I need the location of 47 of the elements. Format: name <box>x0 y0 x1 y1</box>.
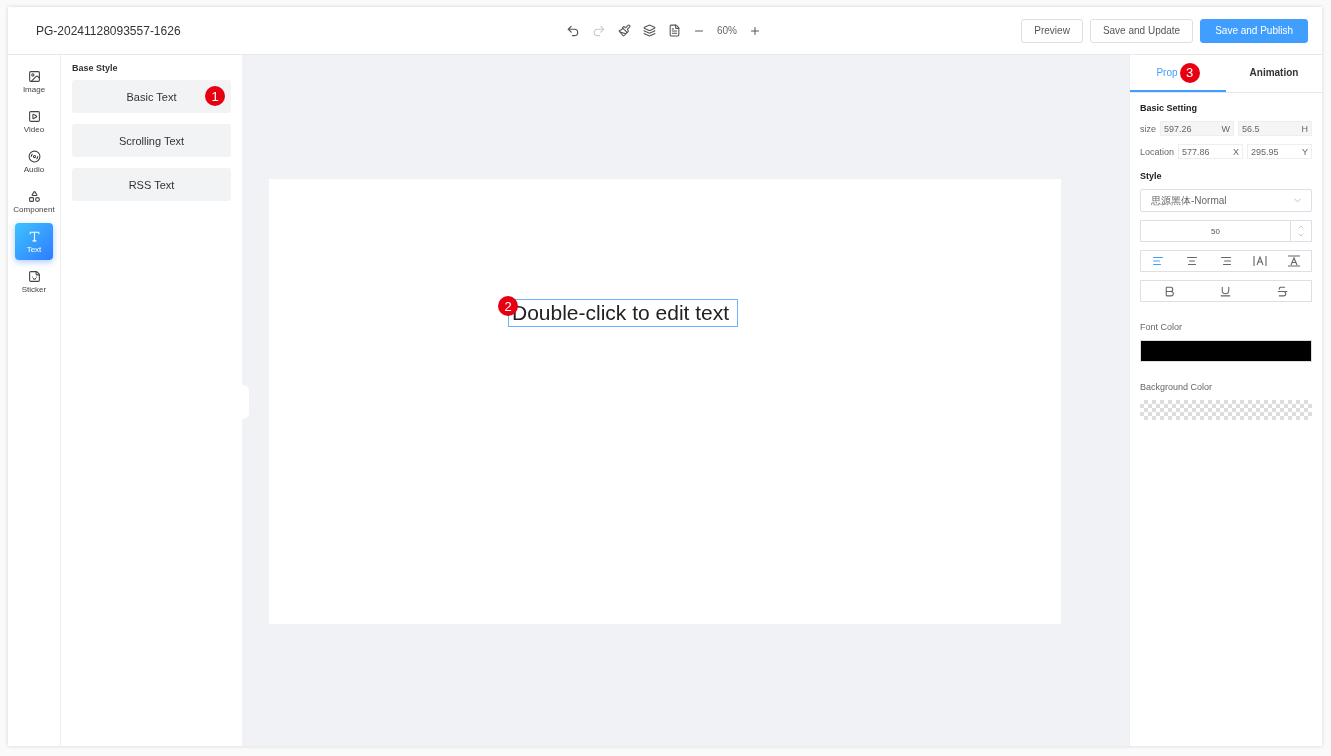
font-select[interactable]: 思源黑体-Normal <box>1140 189 1312 212</box>
section-heading: Style <box>1140 171 1163 181</box>
align-right-icon[interactable] <box>1219 255 1233 267</box>
align-left-icon[interactable] <box>1151 255 1165 267</box>
rail-item[interactable]: Video <box>15 103 53 140</box>
number-badge: 3 <box>1179 62 1200 83</box>
sticker-icon <box>27 269 41 283</box>
number-badge: 1 <box>205 86 225 106</box>
field-label: Background Color <box>1140 382 1214 392</box>
panel-tab[interactable]: Prop 3 <box>1130 55 1226 92</box>
number-field[interactable]: 577.86 X <box>1178 144 1243 159</box>
text-style-button[interactable]: Scrolling Text <box>72 124 231 157</box>
field-label: Font Color <box>1140 322 1184 332</box>
field-label: size <box>1140 123 1156 134</box>
strike-icon[interactable] <box>1276 284 1290 298</box>
section-heading: Basic Setting <box>1140 103 1198 113</box>
number-field[interactable]: 56.5 H <box>1238 121 1312 136</box>
text-icon <box>27 229 41 243</box>
audio-icon <box>27 149 41 163</box>
underline-icon[interactable] <box>1219 284 1233 298</box>
paintbrush-icon[interactable] <box>618 24 631 37</box>
image-icon <box>27 69 41 83</box>
rail-item[interactable]: Audio <box>15 143 53 180</box>
document-title: PG-20241128093557-1626 <box>36 23 182 38</box>
text-style-button[interactable]: RSS Text <box>72 168 231 201</box>
align-spacing-icon[interactable] <box>1253 255 1267 267</box>
font-color-swatch[interactable] <box>1140 340 1312 362</box>
action-button[interactable]: Save and Update <box>1089 18 1194 43</box>
undo-icon[interactable] <box>566 23 580 38</box>
rail-item[interactable]: Image <box>15 63 53 100</box>
rail-item[interactable]: Sticker <box>15 263 53 300</box>
component-icon <box>27 189 41 203</box>
text-style-button[interactable]: Basic Text 1 <box>72 80 231 113</box>
align-top-icon[interactable] <box>1287 255 1301 267</box>
field-label: Location <box>1140 146 1175 157</box>
video-icon <box>27 109 41 123</box>
zoom-in-icon[interactable] <box>749 24 761 37</box>
panel-tab[interactable]: Animation <box>1226 55 1322 92</box>
layers-icon[interactable] <box>643 24 656 37</box>
zoom-level: 60% <box>717 25 737 36</box>
rail-item[interactable]: Component <box>15 183 53 220</box>
section-heading: Base Style <box>72 63 119 73</box>
action-button[interactable]: Preview <box>1021 18 1083 43</box>
align-center-icon[interactable] <box>1185 255 1199 267</box>
document-icon[interactable] <box>668 24 681 37</box>
number-field[interactable]: 295.95 Y <box>1247 144 1312 159</box>
number-field[interactable]: 597.26 W <box>1160 121 1234 136</box>
